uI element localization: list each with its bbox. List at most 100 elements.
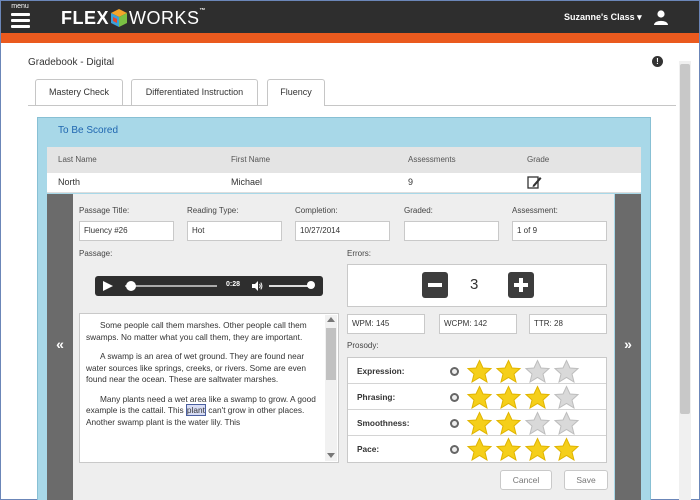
star-rating[interactable] [465,359,581,383]
cell-last-name: North [58,177,81,187]
prosody-label-expression: Expression: [357,366,405,376]
scroll-up-icon[interactable] [327,317,335,322]
star-rating[interactable] [465,385,581,409]
menu-label: menu [11,3,29,10]
prosody-row-smoothness: Smoothness: [348,410,606,436]
star-filled-icon[interactable] [552,437,581,461]
volume-slider-handle[interactable] [307,281,315,289]
next-student-button[interactable]: » [615,194,641,500]
table-header [47,147,641,173]
graded-field[interactable] [404,221,499,241]
prosody-row-phrasing: Phrasing: [348,384,606,410]
increase-errors-button[interactable] [508,272,534,298]
completion-label: Completion: [295,206,338,215]
cancel-button[interactable]: Cancel [500,470,552,490]
tab-divider [28,105,676,106]
assessment-field[interactable]: 1 of 9 [512,221,607,241]
star-filled-icon[interactable] [523,437,552,461]
passage-text-box: Some people call them marshes. Other peo… [79,313,339,463]
page-title: Gradebook - Digital [28,57,115,68]
audio-progress-track[interactable] [125,285,217,287]
audio-player: 0:28 [95,276,323,296]
minus-icon [428,283,442,287]
star-filled-icon[interactable] [494,437,523,461]
star-filled-icon[interactable] [465,411,494,435]
flexworks-logo: FLEX WORKS ™ [61,7,206,29]
volume-icon[interactable] [251,280,263,292]
star-filled-icon[interactable] [494,359,523,383]
passage-paragraph-3: Many plants need a wet area like a swamp… [86,394,320,429]
passage-label: Passage: [79,249,113,258]
graded-label: Graded: [404,206,433,215]
user-icon[interactable] [653,9,669,25]
reading-type-label: Reading Type: [187,206,239,215]
cube-logo-icon [111,9,128,27]
page-scrollbar[interactable] [679,61,691,500]
logo-text-flex: FLEX [61,7,110,28]
assessment-label: Assessment: [512,206,558,215]
scroll-down-icon[interactable] [327,453,335,458]
previous-student-button[interactable]: « [47,194,73,500]
table-row[interactable] [47,173,641,193]
prosody-label-phrasing: Phrasing: [357,392,396,402]
clear-rating-icon[interactable] [450,393,459,402]
star-empty-icon[interactable] [523,411,552,435]
ttr-field: TTR: 28 [529,314,607,334]
column-last-name: Last Name [58,155,97,164]
logo-trademark: ™ [199,8,207,14]
wpm-field: WPM: 145 [347,314,425,334]
play-icon[interactable] [103,281,113,291]
star-filled-icon[interactable] [465,437,494,461]
decrease-errors-button[interactable] [422,272,448,298]
edit-grade-icon[interactable] [527,175,542,190]
star-filled-icon[interactable] [465,385,494,409]
tab-mastery-check[interactable]: Mastery Check [35,79,123,105]
audio-progress-handle[interactable] [126,281,136,291]
passage-paragraph-2: A swamp is an area of wet ground. They a… [86,351,306,384]
info-icon[interactable]: ! [652,56,663,67]
highlighted-word[interactable]: plant [185,404,206,416]
errors-value: 3 [470,276,479,293]
class-dropdown[interactable]: Suzanne's Class ▾ [564,12,642,23]
clear-rating-icon[interactable] [450,419,459,428]
hamburger-icon [10,13,30,28]
reading-type-field[interactable]: Hot [187,221,282,241]
tab-differentiated-instruction[interactable]: Differentiated Instruction [131,79,258,105]
page-scrollbar-thumb[interactable] [680,64,690,414]
accent-stripe [1,33,699,43]
cell-first-name: Michael [231,177,263,187]
prosody-label-pace: Pace: [357,444,380,454]
audio-time: 0:28 [226,281,241,288]
column-grade: Grade [527,155,550,164]
plus-icon-vertical [519,278,523,292]
passage-paragraph-1: Some people call them marshes. Other peo… [86,320,307,342]
passage-scrollbar[interactable] [325,315,337,461]
star-rating[interactable] [465,437,581,461]
passage-title-label: Passage Title: [79,206,130,215]
column-first-name: First Name [231,155,271,164]
star-filled-icon[interactable] [494,411,523,435]
menu-button[interactable]: menu [5,3,35,31]
completion-field[interactable]: 10/27/2014 [295,221,390,241]
star-empty-icon[interactable] [552,385,581,409]
clear-rating-icon[interactable] [450,367,459,376]
star-rating[interactable] [465,411,581,435]
passage-title-field[interactable]: Fluency #26 [79,221,174,241]
wcpm-field: WCPM: 142 [439,314,517,334]
star-empty-icon[interactable] [523,359,552,383]
panel-title: To Be Scored [58,125,119,136]
prosody-row-expression: Expression: [348,358,606,384]
cell-assessments: 9 [408,177,414,187]
star-filled-icon[interactable] [465,359,494,383]
prosody-label-smoothness: Smoothness: [357,418,410,428]
star-empty-icon[interactable] [552,359,581,383]
star-empty-icon[interactable] [552,411,581,435]
star-filled-icon[interactable] [523,385,552,409]
save-button[interactable]: Save [564,470,608,490]
passage-scrollbar-thumb[interactable] [326,328,336,380]
volume-slider[interactable] [269,285,311,287]
errors-label: Errors: [347,249,371,258]
tab-fluency[interactable]: Fluency [267,79,325,106]
clear-rating-icon[interactable] [450,445,459,454]
star-filled-icon[interactable] [494,385,523,409]
